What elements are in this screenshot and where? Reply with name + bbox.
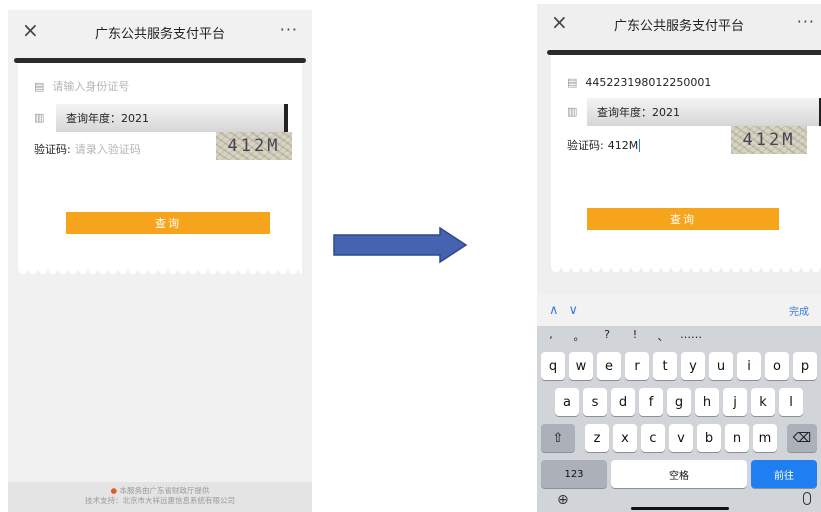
query-card: ▤ 445223198012250001 查询年度：2021 ▥ 验证码: 41… (547, 50, 821, 274)
key-m[interactable]: m (753, 424, 777, 452)
prev-field-icon[interactable]: ∧ (549, 303, 559, 318)
phone-after: × 广东公共服务支付平台 ··· ▤ 445223198012250001 查询… (537, 4, 821, 512)
key-q[interactable]: q (541, 352, 565, 380)
year-select[interactable]: 查询年度：2021 (56, 104, 288, 132)
key-n[interactable]: n (725, 424, 749, 452)
symbol-key[interactable]: , (537, 328, 565, 346)
title-bar: × 广东公共服务支付平台 ··· (8, 10, 312, 54)
backspace-key-icon[interactable]: ⌫ (787, 424, 817, 452)
key-w[interactable]: w (569, 352, 593, 380)
calendar-icon-wrap: ▥ (34, 111, 52, 124)
key-f[interactable]: f (639, 388, 663, 416)
key-s[interactable]: s (583, 388, 607, 416)
captcha-label: 验证码: (34, 143, 71, 156)
comparison-stage: × 广东公共服务支付平台 ··· ▤ 请输入身份证号 查询年度：2021 ▥ 验… (0, 0, 821, 512)
year-select[interactable]: 查询年度：2021 (587, 98, 821, 126)
key-y[interactable]: y (681, 352, 705, 380)
captcha-input[interactable]: 412M (608, 138, 641, 152)
footer-dot-icon: ● (110, 486, 118, 495)
footer: ● 本服务由广东省财政厅提供 技术支持：北京市大祥远惠信息系统有限公司 (8, 482, 312, 512)
key-o[interactable]: o (765, 352, 789, 380)
card-top-edge (547, 50, 821, 55)
id-field[interactable]: ▤ 请输入身份证号 (34, 78, 129, 94)
id-input[interactable]: 请输入身份证号 (52, 78, 129, 94)
page-title: 广东公共服务支付平台 (94, 26, 225, 42)
key-r[interactable]: r (625, 352, 649, 380)
captcha-row: 验证码: 请录入验证码 (34, 141, 141, 157)
query-button[interactable]: 查询 (66, 212, 270, 234)
key-x[interactable]: x (613, 424, 637, 452)
key-z[interactable]: z (585, 424, 609, 452)
key-p[interactable]: p (793, 352, 817, 380)
key-j[interactable]: j (723, 388, 747, 416)
key-i[interactable]: i (737, 352, 761, 380)
captcha-image[interactable]: 412M (216, 132, 292, 160)
footer-line-1: 本服务由广东省财政厅提供 (119, 486, 210, 495)
card-top-edge (14, 58, 306, 63)
card-zigzag-edge (551, 268, 821, 274)
captcha-label: 验证码: (567, 139, 604, 152)
key-e[interactable]: e (597, 352, 621, 380)
key-h[interactable]: h (695, 388, 719, 416)
footer-line-2: 技术支持：北京市大祥远惠信息系统有限公司 (85, 496, 235, 505)
keyboard: ∧ ∨ 完成 , 。 ? ! 、 …… q w e r t y u i o p … (537, 294, 821, 512)
close-icon[interactable]: × (22, 18, 39, 42)
symbol-key[interactable]: …… (677, 328, 705, 346)
calendar-icon: ▥ (567, 105, 578, 118)
id-card-icon: ▤ (567, 76, 578, 89)
done-button[interactable]: 完成 (789, 303, 809, 318)
symbol-row: , 。 ? ! 、 …… (537, 328, 821, 346)
id-input[interactable]: 445223198012250001 (585, 76, 711, 89)
key-v[interactable]: v (669, 424, 693, 452)
symbol-key[interactable]: 、 (649, 328, 677, 346)
card-zigzag-edge (18, 270, 302, 276)
query-button[interactable]: 查询 (587, 208, 779, 230)
symbol-key[interactable]: ? (593, 328, 621, 346)
calendar-icon-wrap: ▥ (567, 105, 585, 118)
page-title: 广东公共服务支付平台 (613, 18, 744, 34)
globe-icon[interactable]: ⊕ (557, 492, 569, 508)
num-key[interactable]: 123 (541, 460, 607, 488)
mic-icon[interactable] (803, 492, 811, 505)
key-d[interactable]: d (611, 388, 635, 416)
close-icon[interactable]: × (551, 10, 568, 34)
symbol-key[interactable]: 。 (565, 328, 593, 346)
key-row-2: a s d f g h j k l (555, 388, 803, 416)
calendar-icon: ▥ (34, 111, 45, 124)
year-label: 查询年度：2021 (66, 112, 149, 125)
captcha-row: 验证码: 412M (567, 137, 641, 153)
key-a[interactable]: a (555, 388, 579, 416)
key-k[interactable]: k (751, 388, 775, 416)
id-card-icon: ▤ (34, 79, 45, 93)
phone-before: × 广东公共服务支付平台 ··· ▤ 请输入身份证号 查询年度：2021 ▥ 验… (8, 10, 312, 512)
query-card: ▤ 请输入身份证号 查询年度：2021 ▥ 验证码: 请录入验证码 412M 查… (14, 58, 306, 276)
keyboard-toolbar: ∧ ∨ 完成 (537, 294, 821, 326)
title-bar: × 广东公共服务支付平台 ··· (537, 4, 821, 44)
key-row-3: ⇧ z x c v b n m ⌫ (541, 424, 817, 452)
key-t[interactable]: t (653, 352, 677, 380)
more-icon[interactable]: ··· (797, 12, 815, 31)
key-row-1: q w e r t y u i o p (541, 352, 817, 380)
key-l[interactable]: l (779, 388, 803, 416)
year-label: 查询年度：2021 (597, 106, 680, 119)
key-b[interactable]: b (697, 424, 721, 452)
right-arrow-icon (333, 226, 468, 264)
key-row-4: 123 空格 前往 (541, 460, 817, 488)
key-g[interactable]: g (667, 388, 691, 416)
go-key[interactable]: 前往 (751, 460, 817, 488)
captcha-image[interactable]: 412M (731, 126, 807, 154)
space-key[interactable]: 空格 (611, 460, 747, 488)
next-field-icon[interactable]: ∨ (569, 303, 579, 318)
more-icon[interactable]: ··· (280, 20, 298, 39)
key-u[interactable]: u (709, 352, 733, 380)
id-field[interactable]: ▤ 445223198012250001 (567, 76, 711, 89)
captcha-input[interactable]: 请录入验证码 (75, 141, 141, 157)
symbol-key[interactable]: ! (621, 328, 649, 346)
key-c[interactable]: c (641, 424, 665, 452)
shift-key-icon[interactable]: ⇧ (541, 424, 575, 452)
home-indicator (631, 507, 729, 510)
